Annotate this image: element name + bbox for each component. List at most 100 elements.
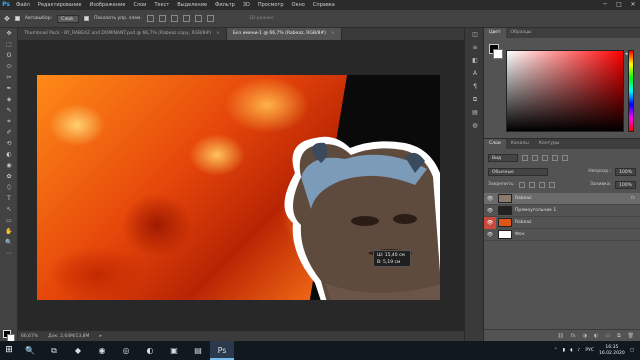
- start-button-icon[interactable]: ⊞: [0, 341, 18, 360]
- filter-pixel-icon[interactable]: [522, 154, 528, 161]
- lock-artboard-icon[interactable]: [538, 181, 545, 188]
- minimize-icon[interactable]: ─: [598, 0, 612, 10]
- clone-source-panel-icon[interactable]: ⧉: [465, 93, 485, 106]
- color-picker-field[interactable]: [506, 50, 624, 132]
- menu-type[interactable]: Текст: [150, 0, 173, 10]
- lock-position-icon[interactable]: [528, 181, 535, 188]
- align-top-icon[interactable]: [146, 15, 154, 22]
- move-tool-icon[interactable]: ✥: [4, 15, 10, 23]
- tab-thumbnail-pack[interactable]: Thumbnail Pack - BY_RABEAZ and DOMINANT.…: [18, 28, 227, 40]
- chrome-icon[interactable]: ◉: [90, 341, 114, 360]
- quick-select-tool-button[interactable]: ⬭: [0, 61, 18, 72]
- more-tools-button[interactable]: ⋯: [0, 248, 18, 259]
- photoshop-taskbar-icon[interactable]: Ps: [210, 341, 234, 360]
- network-icon[interactable]: ◖: [570, 348, 572, 353]
- new-group-icon[interactable]: ▭: [605, 333, 610, 339]
- pen-tool-button[interactable]: ⬯: [0, 182, 18, 193]
- media-app-icon[interactable]: ▣: [162, 341, 186, 360]
- autoselect-checkbox[interactable]: [14, 16, 20, 21]
- file-explorer-icon[interactable]: ▤: [186, 341, 210, 360]
- notifications-icon[interactable]: ▢: [630, 348, 634, 353]
- add-mask-icon[interactable]: ◑: [583, 333, 587, 339]
- add-style-icon[interactable]: fx: [571, 333, 576, 339]
- layer-filter-dropdown[interactable]: Вид: [488, 153, 518, 162]
- align-middle-icon[interactable]: [158, 15, 166, 22]
- taskbar-search-icon[interactable]: 🔍: [18, 341, 42, 360]
- filter-type-icon[interactable]: [542, 154, 548, 161]
- filter-shape-icon[interactable]: [552, 154, 558, 161]
- align-bottom-icon[interactable]: [170, 15, 178, 22]
- battery-icon[interactable]: ▮: [563, 348, 565, 353]
- tab-channels[interactable]: Каналы: [506, 139, 534, 149]
- language-indicator[interactable]: РУС: [585, 348, 594, 353]
- tab-paths[interactable]: Контуры: [534, 139, 565, 149]
- lock-all-icon[interactable]: [548, 181, 555, 188]
- delete-layer-icon[interactable]: 🗑: [628, 333, 634, 339]
- lasso-tool-button[interactable]: ʘ: [0, 50, 18, 61]
- clock[interactable]: 16:35 16.02.2020: [599, 345, 625, 357]
- opacity-input[interactable]: 100%: [615, 167, 636, 176]
- menu-view[interactable]: Просмотр: [254, 0, 288, 10]
- align-right-icon[interactable]: [206, 15, 214, 22]
- close-tab-icon[interactable]: ×: [216, 31, 220, 36]
- healing-tool-button[interactable]: ◈: [0, 94, 18, 105]
- layer-row[interactable]: 👁 Прямоугольник 1: [484, 205, 640, 217]
- visibility-eye-icon[interactable]: 👁: [484, 208, 496, 214]
- steam-icon[interactable]: ◆: [66, 341, 90, 360]
- layer-row[interactable]: 👁 Rabeaz fx: [484, 193, 640, 205]
- browser-icon[interactable]: ◐: [138, 341, 162, 360]
- tab-untitled-1[interactable]: Без имени-1 @ 66,7% (Rabeaz, RGB/8#) ×: [226, 28, 342, 40]
- layer-row[interactable]: 👁 Rabeaz: [484, 216, 640, 229]
- styles-panel-icon[interactable]: ◍: [465, 119, 485, 132]
- hand-tool-button[interactable]: ✋: [0, 226, 18, 237]
- marquee-tool-button[interactable]: ⬚: [0, 39, 18, 50]
- menu-edit[interactable]: Редактирование: [34, 0, 86, 10]
- gradient-tool-button[interactable]: ◐: [0, 149, 18, 160]
- close-tab-icon[interactable]: ×: [331, 31, 335, 36]
- new-layer-icon[interactable]: ⧉: [617, 333, 621, 339]
- visibility-eye-icon[interactable]: 👁: [484, 216, 496, 229]
- history-brush-tool-button[interactable]: ✐: [0, 127, 18, 138]
- panel-background-swatch[interactable]: [493, 49, 503, 59]
- filter-smart-icon[interactable]: [562, 154, 568, 161]
- layer-row[interactable]: 👁 Фон: [484, 229, 640, 241]
- autoselect-dropdown[interactable]: Слой: [57, 14, 80, 23]
- close-icon[interactable]: ✕: [626, 0, 640, 10]
- volume-icon[interactable]: ♪: [577, 348, 580, 353]
- status-menu-arrow-icon[interactable]: ▸: [99, 333, 102, 339]
- menu-layers[interactable]: Слои: [129, 0, 150, 10]
- lock-pixels-icon[interactable]: [518, 181, 525, 188]
- tab-layers[interactable]: Слои: [484, 139, 506, 149]
- filter-adjustment-icon[interactable]: [532, 154, 538, 161]
- zoom-level[interactable]: 66,67%: [21, 334, 38, 339]
- link-layers-icon[interactable]: ⛓: [557, 333, 563, 339]
- task-view-icon[interactable]: ⧉: [42, 341, 66, 360]
- menu-filter[interactable]: Фильтр: [211, 0, 239, 10]
- visibility-eye-icon[interactable]: 👁: [484, 232, 496, 238]
- shape-tool-button[interactable]: ▭: [0, 215, 18, 226]
- app-icon[interactable]: ◎: [114, 341, 138, 360]
- hue-slider[interactable]: [628, 50, 634, 132]
- libraries-panel-icon[interactable]: ▤: [465, 106, 485, 119]
- paragraph-panel-icon[interactable]: ¶: [465, 80, 485, 93]
- move-tool-button[interactable]: ✥: [0, 28, 18, 39]
- align-center-icon[interactable]: [194, 15, 202, 22]
- brush-tool-button[interactable]: ✎: [0, 105, 18, 116]
- properties-panel-icon[interactable]: ≡: [465, 41, 485, 54]
- blur-tool-button[interactable]: ◉: [0, 160, 18, 171]
- character-panel-icon[interactable]: A: [465, 67, 485, 80]
- layer-effects-badge[interactable]: fx: [631, 196, 635, 201]
- canvas-area[interactable]: Ш: 15,40 см В: 5,19 см: [18, 40, 464, 330]
- stamp-tool-button[interactable]: ⌗: [0, 116, 18, 127]
- tray-overflow-icon[interactable]: ⌃: [554, 348, 558, 353]
- eraser-tool-button[interactable]: ⟲: [0, 138, 18, 149]
- tab-color[interactable]: Цвет: [484, 28, 506, 38]
- adjustment-layer-icon[interactable]: ◐: [594, 333, 598, 339]
- menu-image[interactable]: Изображение: [85, 0, 129, 10]
- zoom-tool-button[interactable]: 🔍: [0, 237, 18, 248]
- eyedropper-tool-button[interactable]: ✒: [0, 83, 18, 94]
- transform-controls-checkbox[interactable]: [84, 16, 90, 21]
- type-tool-button[interactable]: T: [0, 193, 18, 204]
- hue-marker-icon[interactable]: ◂: [625, 51, 628, 57]
- maximize-icon[interactable]: □: [612, 0, 626, 10]
